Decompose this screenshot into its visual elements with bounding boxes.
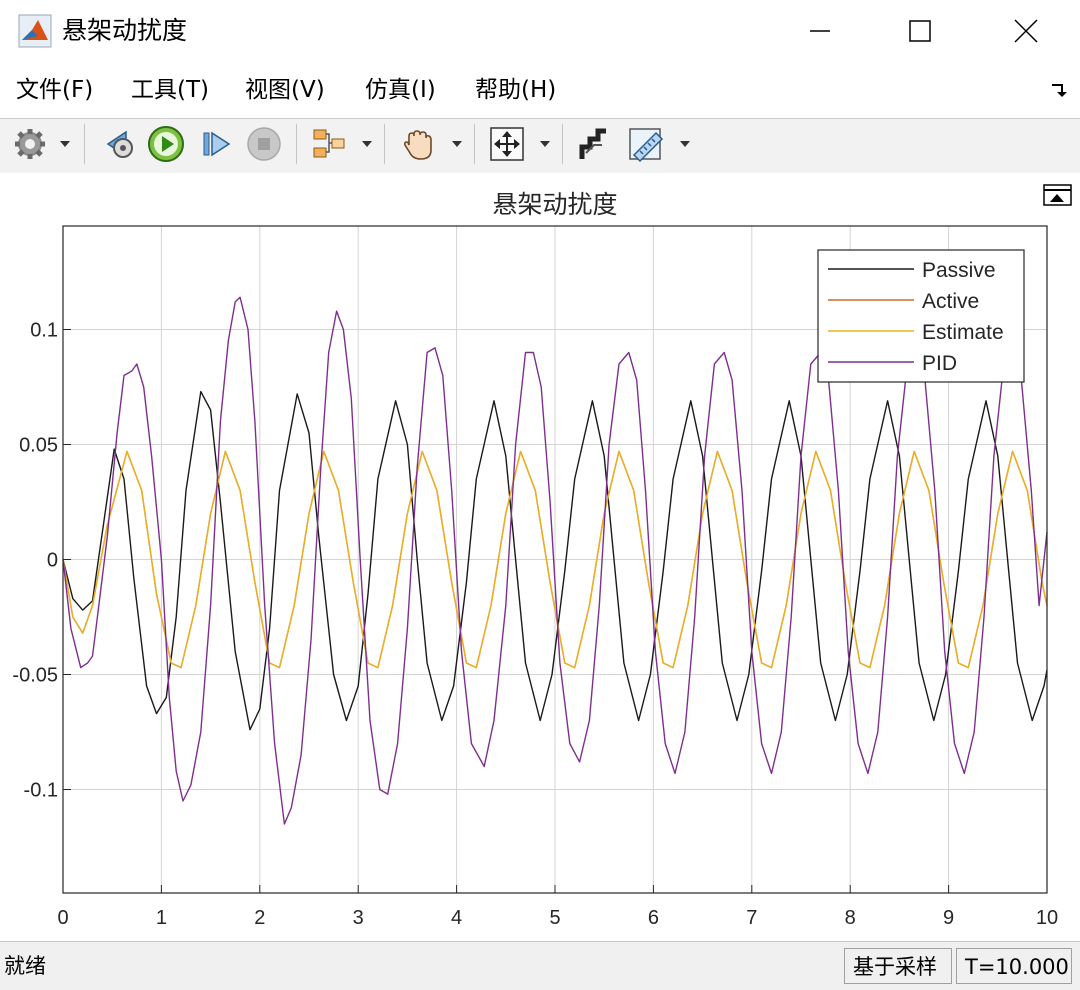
restore-axes-button[interactable] [1043,184,1072,206]
y-tick-label: 0 [47,550,58,572]
gear-icon [15,129,45,159]
menu-help[interactable]: 帮助(H) [475,74,556,106]
y-tick-label: -0.05 [12,665,58,687]
x-tick-label: 9 [943,907,954,929]
x-tick-label: 3 [353,907,364,929]
pan-hand-icon [403,130,432,160]
toolbar-separator [562,124,563,164]
pan-button[interactable] [398,124,440,164]
measure-button[interactable] [624,124,670,164]
x-tick-label: 6 [648,907,659,929]
run-icon [148,126,184,162]
run-button[interactable] [146,124,186,164]
autoscale-button[interactable] [486,124,528,164]
pan-dropdown[interactable] [450,124,464,164]
chevron-down-icon [680,141,690,147]
autoscale-dropdown[interactable] [538,124,552,164]
chart-title: 悬架动扰度 [492,191,617,219]
chevron-down-icon [540,141,550,147]
style-icon [579,128,606,159]
close-icon [1014,19,1038,43]
settings-button[interactable] [10,124,50,164]
legend-entry: Active [922,290,979,313]
legend-entry: Passive [922,259,996,282]
x-tick-label: 2 [254,907,265,929]
toolbar-separator [474,124,475,164]
close-button[interactable] [976,0,1076,62]
chevron-down-icon [362,141,372,147]
maximize-button[interactable] [870,0,970,62]
stop-icon [247,127,281,161]
menu-view[interactable]: 视图(V) [245,74,325,106]
scope-chart[interactable]: 0 1 2 3 4 5 6 7 8 9 10 0.1 0.05 0 -0.05 -0.1 Passive Act… [0,173,1080,941]
x-tick-label: 0 [57,907,68,929]
y-tick-label: 0.1 [30,320,58,342]
menu-file[interactable]: 文件(F) [16,74,93,106]
settings-dropdown-button[interactable] [58,124,72,164]
signal-selector-icon [313,129,345,158]
x-tick-label: 8 [845,907,856,929]
style-button[interactable] [574,124,614,164]
window-title: 悬架动扰度 [62,16,188,45]
time-indicator: T=10.000 [956,948,1072,984]
measure-dropdown[interactable] [678,124,692,164]
toolbar-separator [296,124,297,164]
measure-ruler-icon [629,128,664,163]
legend-entry: PID [922,352,957,375]
legend-entry: Estimate [922,321,1004,344]
autoscale-icon [490,127,524,161]
toolbar-separator [84,124,85,164]
x-tick-label: 5 [549,907,560,929]
minimize-icon [810,30,830,32]
y-tick-label: 0.05 [19,435,58,457]
status-text: 就绪 [4,954,46,978]
step-forward-button[interactable] [196,124,236,164]
matlab-logo-icon [18,14,52,48]
x-tick-label: 10 [1036,907,1058,929]
chevron-down-icon [452,141,462,147]
chevron-down-icon [60,141,70,147]
y-tick-label: -0.1 [24,780,58,802]
title-bar: 悬架动扰度 [0,0,1080,62]
scope-plot-panel: 0 1 2 3 4 5 6 7 8 9 10 0.1 0.05 0 -0.05 -0.1 Passive Act… [0,173,1080,941]
undock-arrow-icon[interactable] [1050,82,1070,98]
signal-selector-button[interactable] [308,124,350,164]
sample-mode-indicator: 基于采样 [844,948,952,984]
toolbar-separator [384,124,385,164]
x-tick-label: 7 [746,907,757,929]
minimize-button[interactable] [770,0,870,62]
x-tick-label: 1 [156,907,167,929]
signal-selector-dropdown[interactable] [360,124,374,164]
maximize-icon [909,20,931,42]
menu-simulation[interactable]: 仿真(I) [365,74,436,106]
step-forward-icon [203,131,231,157]
step-back-icon [106,130,133,158]
menu-tools[interactable]: 工具(T) [131,74,209,106]
x-tick-label: 4 [451,907,462,929]
stop-button[interactable] [244,124,284,164]
step-back-button[interactable] [98,124,138,164]
